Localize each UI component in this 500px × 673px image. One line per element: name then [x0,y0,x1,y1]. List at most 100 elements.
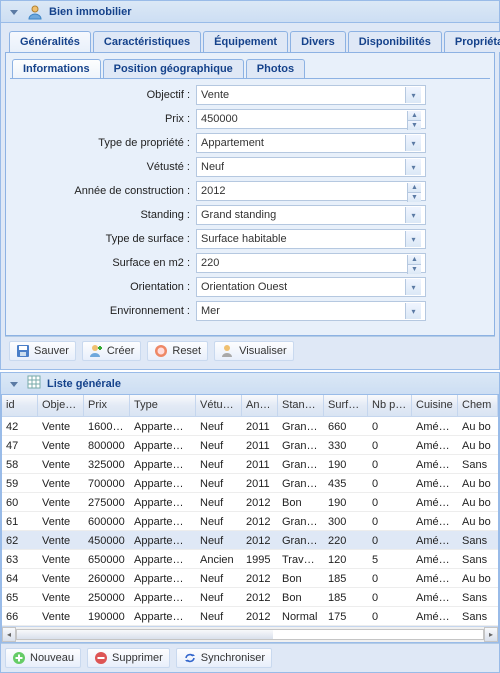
subtab-positiongeographique[interactable]: Position géographique [103,59,244,78]
delete-button[interactable]: Supprimer [87,648,170,668]
new-button[interactable]: Nouveau [5,648,81,668]
chevron-down-icon[interactable]: ▾ [405,207,421,223]
column-header-annee[interactable]: Année [242,395,278,416]
subtab-informations[interactable]: Informations [12,59,101,78]
tab-proprietaire[interactable]: Propriétaire [444,31,500,52]
tab-divers[interactable]: Divers [290,31,346,52]
table-row[interactable]: 61Vente600000AppartementNeuf2012Grand ..… [2,512,498,531]
cell-prix: 700000 [84,474,130,492]
label-annee: Année de construction : [16,185,196,197]
cell-surface: 435 [324,474,368,492]
chevron-down-icon[interactable]: ▾ [405,87,421,103]
table-row[interactable]: 64Vente260000AppartementNeuf2012Bon1850A… [2,569,498,588]
column-header-surface[interactable]: Surface [324,395,368,416]
table-row[interactable]: 66Vente190000AppartementNeuf2012Normal17… [2,607,498,626]
cell-id: 47 [2,436,38,454]
value-vetuste: Neuf [201,161,224,173]
tab-equipement[interactable]: Équipement [203,31,288,52]
view-button[interactable]: Visualiser [214,341,294,361]
cell-nbpiece: 0 [368,531,412,549]
chevron-down-icon[interactable]: ▾ [405,159,421,175]
label-objectif: Objectif : [16,89,196,101]
grid-body[interactable]: 42Vente1600000AppartementNeuf2011Grand .… [2,417,498,626]
save-button[interactable]: Sauver [9,341,76,361]
spinner-down-icon[interactable]: ▼ [407,193,421,202]
property-panel-body: GénéralitésCaractéristiquesÉquipementDiv… [1,23,499,369]
field-standing[interactable]: Grand standing▾ [196,205,426,225]
column-header-vetuste[interactable]: Vétusté [196,395,242,416]
chevron-down-icon[interactable]: ▾ [405,135,421,151]
table-row[interactable]: 59Vente700000AppartementNeuf2011Grand ..… [2,474,498,493]
cell-chem: Sans [458,588,498,606]
field-orient[interactable]: Orientation Ouest▾ [196,277,426,297]
table-row[interactable]: 58Vente325000AppartementNeuf2011Grand ..… [2,455,498,474]
form-row-prix: Prix :450000▲▼ [16,109,484,129]
sync-button[interactable]: Synchroniser [176,648,272,668]
table-row[interactable]: 60Vente275000AppartementNeuf2012Bon1900A… [2,493,498,512]
spinner-down-icon[interactable]: ▼ [407,121,421,130]
reset-button-label: Reset [172,345,201,357]
informations-form: Objectif :Vente▾Prix :450000▲▼Type de pr… [10,79,490,331]
table-row[interactable]: 47Vente800000AppartementNeuf2011Grand ..… [2,436,498,455]
spinner-up-icon[interactable]: ▲ [407,255,421,265]
create-button[interactable]: Créer [82,341,142,361]
field-annee[interactable]: 2012▲▼ [196,181,426,201]
cell-prix: 325000 [84,455,130,473]
column-header-type[interactable]: Type [130,395,196,416]
form-row-annee: Année de construction :2012▲▼ [16,181,484,201]
tab-generalites[interactable]: Généralités [9,31,91,52]
subtab-photos[interactable]: Photos [246,59,305,78]
column-header-objectif[interactable]: Objectif [38,395,84,416]
cell-vetuste: Neuf [196,607,242,625]
chevron-down-icon[interactable]: ▾ [405,303,421,319]
field-typeprop[interactable]: Appartement▾ [196,133,426,153]
field-objectif[interactable]: Vente▾ [196,85,426,105]
collapse-icon[interactable] [7,5,21,19]
cell-nbpiece: 0 [368,607,412,625]
cell-objectif: Vente [38,569,84,587]
horizontal-scrollbar[interactable]: ◂ ▸ [2,626,498,642]
collapse-icon[interactable] [7,377,21,391]
column-header-prix[interactable]: Prix [84,395,130,416]
form-row-env: Environnement :Mer▾ [16,301,484,321]
cell-nbpiece: 0 [368,417,412,435]
column-header-id[interactable]: id [2,395,38,416]
field-env[interactable]: Mer▾ [196,301,426,321]
cell-objectif: Vente [38,550,84,568]
cell-standing: Grand ... [278,455,324,473]
cell-prix: 250000 [84,588,130,606]
chevron-down-icon[interactable]: ▾ [405,279,421,295]
table-row[interactable]: 42Vente1600000AppartementNeuf2011Grand .… [2,417,498,436]
column-header-chem[interactable]: Chem [458,395,498,416]
spinner-down-icon[interactable]: ▼ [407,265,421,274]
cell-type: Appartement [130,455,196,473]
cell-type: Appartement [130,607,196,625]
table-row[interactable]: 62Vente450000AppartementNeuf2012Grand ..… [2,531,498,550]
spinner-up-icon[interactable]: ▲ [407,183,421,193]
chevron-down-icon[interactable]: ▾ [405,231,421,247]
field-prix[interactable]: 450000▲▼ [196,109,426,129]
cell-standing: Bon [278,588,324,606]
cell-nbpiece: 0 [368,493,412,511]
cell-annee: 1995 [242,550,278,568]
cell-standing: Bon [278,569,324,587]
field-surface[interactable]: 220▲▼ [196,253,426,273]
field-typesurf[interactable]: Surface habitable▾ [196,229,426,249]
column-header-standing[interactable]: Standing [278,395,324,416]
tab-disponibilites[interactable]: Disponibilités [348,31,442,52]
cell-cuisine: Aména... [412,550,458,568]
spinner-up-icon[interactable]: ▲ [407,111,421,121]
table-row[interactable]: 63Vente650000AppartementAncien1995Travau… [2,550,498,569]
field-vetuste[interactable]: Neuf ▾ [196,157,426,177]
reset-button[interactable]: Reset [147,341,208,361]
cell-standing: Grand ... [278,417,324,435]
cell-chem: Sans [458,550,498,568]
column-header-nbpiece[interactable]: Nb pièce [368,395,412,416]
cell-prix: 600000 [84,512,130,530]
grid-headers: idObjectifPrixTypeVétustéAnnéeStandingSu… [2,395,498,417]
cell-type: Appartement [130,436,196,454]
cell-objectif: Vente [38,512,84,530]
column-header-cuisine[interactable]: Cuisine [412,395,458,416]
table-row[interactable]: 65Vente250000AppartementNeuf2012Bon1850A… [2,588,498,607]
tab-caracteristiques[interactable]: Caractéristiques [93,31,201,52]
